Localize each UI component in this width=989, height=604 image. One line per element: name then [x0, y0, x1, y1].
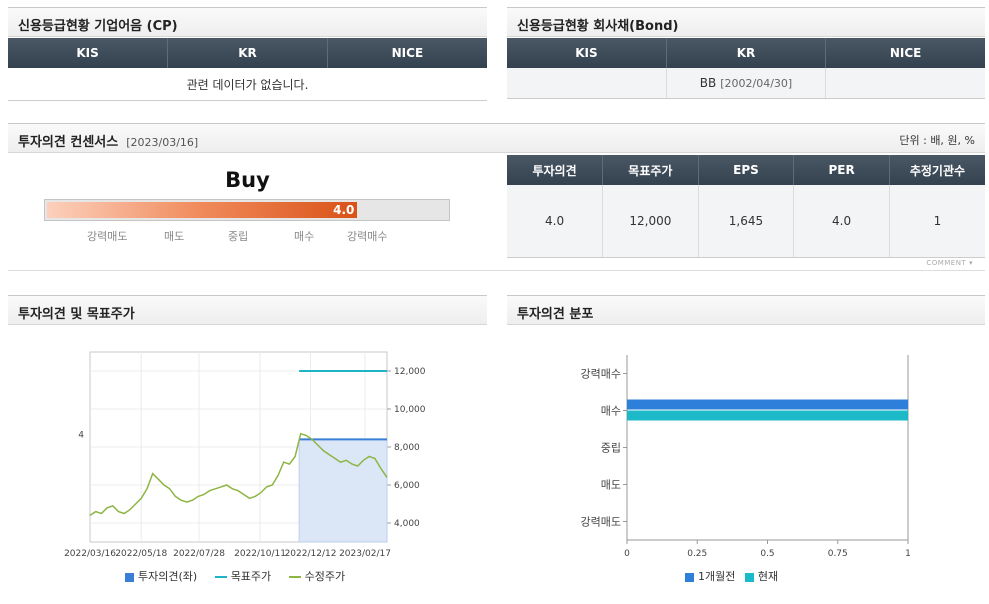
- cp-empty-text: 관련 데이터가 없습니다.: [8, 70, 487, 101]
- y-right-tick-label: 12,000: [394, 367, 426, 377]
- scale-strong-sell: 강력매도: [87, 230, 128, 243]
- legend-now-swatch: [744, 572, 754, 582]
- consensus-table: 투자의견 목표주가 EPS PER 추정기관수 4.0 12,000 1,645…: [507, 155, 985, 258]
- bond-title: 신용등급현황 회사채(Bond): [517, 19, 679, 34]
- x-tick-label: 2023/02/17: [339, 549, 391, 559]
- x-tick-label: 2022/03/16: [64, 549, 116, 559]
- bond-title-bar: 신용등급현황 회사채(Bond): [507, 7, 985, 37]
- chart1-title: 투자의견 및 목표주가: [18, 307, 135, 322]
- bond-table: KIS KR NICE BB [2002/04/30]: [507, 38, 985, 99]
- x-tick-label: 2022/12/12: [285, 549, 337, 559]
- comment-link[interactable]: COMMENT ▾: [926, 259, 973, 267]
- consensus-unit: 단위 : 배, 원, %: [899, 134, 975, 147]
- x-tick-label: 2022/05/18: [115, 549, 167, 559]
- y-right-tick-label: 10,000: [394, 405, 426, 415]
- legend-month-ago: 1개월전: [685, 570, 735, 583]
- opinion-word: Buy: [225, 168, 270, 192]
- legend-month-ago-swatch: [685, 572, 694, 582]
- x-tick-label: 2022/07/28: [173, 549, 225, 559]
- cons-header-eps: EPS: [697, 155, 794, 185]
- legend-now-label: 현재: [757, 570, 779, 583]
- chart2-title: 투자의견 분포: [517, 307, 594, 322]
- bond-kr-date: [2002/04/30]: [720, 77, 793, 90]
- scale-buy: 매수: [294, 230, 315, 243]
- cp-header-kr: KR: [167, 38, 328, 68]
- chevron-down-icon: ▾: [968, 259, 973, 267]
- bond-nice-cell: [825, 68, 985, 99]
- category-label: 강력매도: [581, 516, 621, 529]
- scale-sell: 매도: [164, 230, 185, 243]
- scale-strong-buy: 강력매수: [347, 230, 388, 243]
- legend-opinion-label: 투자의견(좌): [138, 570, 198, 583]
- y-right-tick-label: 4,000: [394, 519, 420, 529]
- category-label: 강력매수: [581, 368, 621, 381]
- x-tick-label: 0.5: [760, 549, 774, 559]
- cons-header-per: PER: [793, 155, 890, 185]
- bond-header-kr: KR: [665, 38, 826, 68]
- bond-header-nice: NICE: [825, 38, 985, 68]
- x-tick-label: 0.75: [828, 549, 848, 559]
- cp-table: KIS KR NICE: [8, 38, 487, 68]
- cp-header-kis: KIS: [8, 38, 168, 68]
- cp-title-bar: 신용등급현황 기업어음 (CP): [8, 7, 487, 37]
- comment-label: COMMENT: [926, 259, 967, 267]
- bar-month-ago: [627, 399, 908, 410]
- cp-title: 신용등급현황 기업어음 (CP): [18, 19, 178, 34]
- legend-price: 수정주가: [288, 570, 346, 583]
- consensus-title: 투자의견 컨센서스 [2023/03/16]: [18, 131, 198, 150]
- consensus-divider: [8, 270, 985, 271]
- legend-price-swatch: [288, 576, 301, 578]
- cons-opinion-value: 4.0: [507, 185, 603, 258]
- y-right-tick-label: 6,000: [394, 481, 420, 491]
- category-label: 매수: [601, 405, 621, 418]
- opinion-bar-value: 4.0: [333, 203, 355, 217]
- cons-eps-value: 1,645: [697, 185, 794, 258]
- chart1-legend: 투자의견(좌) 목표주가 수정주가: [125, 568, 359, 584]
- legend-target-label: 목표주가: [230, 570, 272, 583]
- cons-header-opinion: 투자의견: [507, 155, 603, 185]
- cons-header-target: 목표주가: [602, 155, 699, 185]
- consensus-gauge: Buy 4.0 강력매도 매도 중립 매수 강력매수: [8, 155, 487, 271]
- category-label: 매도: [601, 479, 621, 492]
- consensus-date: [2023/03/16]: [126, 136, 199, 149]
- legend-opinion: 투자의견(좌): [125, 570, 197, 583]
- legend-month-ago-label: 1개월전: [698, 570, 736, 583]
- x-tick-label: 1: [905, 549, 911, 559]
- legend-target: 목표주가: [214, 570, 272, 583]
- legend-target-swatch: [214, 576, 227, 578]
- cp-header-nice: NICE: [326, 38, 487, 68]
- x-tick-label: 0: [624, 549, 630, 559]
- cons-count-value: 1: [888, 185, 985, 258]
- legend-price-label: 수정주가: [304, 570, 346, 583]
- x-tick-label: 2022/10/11: [234, 549, 286, 559]
- bond-header-kis: KIS: [507, 38, 667, 68]
- opinion-bar-fill: 4.0: [47, 202, 358, 218]
- bond-kr-cell: BB [2002/04/30]: [665, 68, 826, 99]
- chart2-title-bar: 투자의견 분포: [507, 295, 985, 325]
- legend-opinion-swatch: [125, 572, 134, 582]
- bond-kis-cell: [507, 68, 667, 99]
- bar-now: [627, 410, 908, 421]
- x-tick-label: 0.25: [687, 549, 707, 559]
- consensus-title-text: 투자의견 컨센서스: [18, 135, 119, 150]
- opinion-price-chart: 2022/03/16 2022/05/18 2022/07/28 2022/10/11…: [64, 351, 426, 559]
- cons-per-value: 4.0: [793, 185, 890, 258]
- chart2-legend: 1개월전 현재: [685, 568, 792, 584]
- cons-header-count: 추정기관수: [888, 155, 985, 185]
- opinion-distribution-chart: 강력매수매수중립매도강력매도 0 0.25 0.5 0.75 1: [581, 355, 911, 559]
- cons-target-value: 12,000: [602, 185, 699, 258]
- opinion-bar: 4.0: [44, 199, 450, 221]
- bond-kr-grade: BB: [699, 76, 717, 90]
- y-right-tick-label: 8,000: [394, 443, 420, 453]
- category-label: 중립: [601, 442, 621, 455]
- y-left-tick-label: 4: [78, 430, 84, 440]
- opinion-area: [298, 438, 388, 543]
- consensus-title-bar: 투자의견 컨센서스 [2023/03/16] 단위 : 배, 원, %: [8, 123, 985, 153]
- scale-neutral: 중립: [228, 230, 249, 243]
- chart1-title-bar: 투자의견 및 목표주가: [8, 295, 487, 325]
- legend-now: 현재: [744, 570, 779, 583]
